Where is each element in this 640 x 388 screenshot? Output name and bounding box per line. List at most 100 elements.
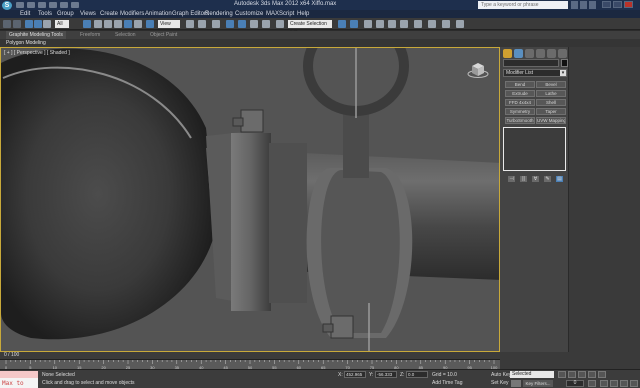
maxscript-listener-top[interactable] [0, 371, 38, 378]
bind-space-warp-icon[interactable] [43, 20, 51, 28]
tab-selection[interactable]: Selection [115, 31, 136, 39]
add-time-tag[interactable]: Add Time Tag [432, 380, 462, 386]
y-coord-field[interactable]: -56.333 [375, 371, 397, 378]
configure-modifier-sets-icon[interactable]: ▤ [556, 176, 563, 182]
schematic-view-icon[interactable] [400, 20, 408, 28]
time-config-icon[interactable] [588, 380, 596, 387]
viewcube-icon[interactable] [467, 61, 489, 79]
menu-help[interactable]: Help [297, 10, 309, 18]
key-filters-button[interactable]: Key Filters... [523, 380, 553, 387]
bend-button[interactable]: Bend [505, 81, 535, 88]
hierarchy-tab-icon[interactable] [525, 49, 534, 58]
maximize-viewport-icon[interactable] [630, 380, 638, 387]
unlink-icon[interactable] [34, 20, 42, 28]
perspective-viewport[interactable]: [ + ] [ Perspective ] [ Shaded ] [0, 47, 500, 352]
modify-tab-icon[interactable] [514, 49, 523, 58]
rendered-frame-window-icon[interactable] [442, 20, 450, 28]
viewport-scene[interactable] [1, 48, 500, 352]
set-keys-icon[interactable] [511, 380, 521, 387]
maxscript-mini-listener[interactable]: Max to Physc [0, 378, 38, 388]
redo-toolbar-icon[interactable] [13, 20, 21, 28]
select-move-icon[interactable] [124, 20, 132, 28]
material-editor-icon[interactable] [414, 20, 422, 28]
orbit-icon[interactable] [620, 380, 628, 387]
render-setup-icon[interactable] [428, 20, 436, 28]
tab-freeform[interactable]: Freeform [80, 31, 100, 39]
undo-toolbar-icon[interactable] [3, 20, 11, 28]
keyboard-shortcut-toggle-icon[interactable] [212, 20, 220, 28]
pan-icon[interactable] [610, 380, 618, 387]
menu-rendering[interactable]: Rendering [205, 10, 233, 18]
motion-tab-icon[interactable] [536, 49, 545, 58]
select-scale-icon[interactable] [146, 20, 154, 28]
auto-key-button[interactable]: Auto Key [491, 372, 511, 378]
rectangular-selection-icon[interactable] [104, 20, 112, 28]
time-slider[interactable]: 0 / 100 [0, 352, 500, 359]
go-to-end-icon[interactable] [598, 371, 606, 378]
object-name-field[interactable] [503, 59, 559, 67]
menu-maxscript[interactable]: MAXScript [266, 10, 294, 18]
info-icon[interactable] [589, 1, 596, 9]
select-by-name-icon[interactable] [94, 20, 102, 28]
search-input[interactable]: Type a keyword or phrase [478, 1, 568, 9]
menu-graph-editors[interactable]: Graph Editors [172, 10, 209, 18]
set-key-button[interactable]: Set Key [491, 380, 509, 386]
polygon-modeling-panel[interactable]: Polygon Modeling [6, 39, 46, 47]
menu-edit[interactable]: Edit [20, 10, 30, 18]
save-file-icon[interactable] [38, 2, 46, 8]
help-star-icon[interactable] [580, 1, 587, 9]
select-object-icon[interactable] [83, 20, 91, 28]
key-selection-set-select[interactable]: Selected [510, 371, 554, 378]
tab-graphite-modeling-tools[interactable]: Graphite Modeling Tools [6, 31, 66, 39]
display-tab-icon[interactable] [547, 49, 556, 58]
modifier-stack-list[interactable] [503, 127, 566, 171]
menu-views[interactable]: Views [80, 10, 96, 18]
viewport-label[interactable]: [ + ] [ Perspective ] [ Shaded ] [4, 50, 70, 56]
menu-animation[interactable]: Animation [145, 10, 172, 18]
show-end-result-icon[interactable]: || [520, 176, 527, 182]
new-file-icon[interactable] [16, 2, 24, 8]
uvw-mapping-button[interactable]: UVW Mapping Cl... [536, 117, 566, 124]
redo-icon[interactable] [60, 2, 68, 8]
select-link-icon[interactable] [25, 20, 33, 28]
named-selection-select[interactable]: Create Selection Set [288, 20, 332, 35]
remove-modifier-icon[interactable]: ✎ [544, 176, 551, 182]
track-bar[interactable]: 0 5 10 15 20 25 30 35 40 45 50 55 60 65 70 75 80 85 90 95 10… [0, 359, 500, 370]
render-production-icon[interactable] [456, 20, 464, 28]
graphite-toggle-icon[interactable] [376, 20, 384, 28]
go-to-start-icon[interactable] [558, 371, 566, 378]
pivot-center-icon[interactable] [186, 20, 194, 28]
select-manipulate-icon[interactable] [198, 20, 206, 28]
align-icon[interactable] [350, 20, 358, 28]
menu-group[interactable]: Group [57, 10, 74, 18]
undo-icon[interactable] [49, 2, 57, 8]
layer-manager-icon[interactable] [364, 20, 372, 28]
maximize-button[interactable] [613, 1, 622, 8]
menu-modifiers[interactable]: Modifiers [120, 10, 144, 18]
select-rotate-icon[interactable] [134, 20, 142, 28]
chevron-down-icon[interactable]: ▾ [560, 70, 566, 76]
edit-named-selection-icon[interactable] [276, 20, 284, 28]
window-crossing-icon[interactable] [114, 20, 122, 28]
project-folder-icon[interactable] [71, 2, 79, 8]
tab-object-paint[interactable]: Object Paint [150, 31, 177, 39]
lathe-button[interactable]: Lathe [536, 90, 566, 97]
curve-editor-icon[interactable] [388, 20, 396, 28]
mirror-icon[interactable] [338, 20, 346, 28]
create-tab-icon[interactable] [503, 49, 512, 58]
pin-stack-icon[interactable]: ⊣ [508, 176, 515, 182]
zoom-icon[interactable] [600, 380, 608, 387]
minimize-button[interactable] [602, 1, 611, 8]
utilities-tab-icon[interactable] [558, 49, 567, 58]
binoculars-icon[interactable] [571, 1, 578, 9]
shell-button[interactable]: Shell [536, 99, 566, 106]
spinner-snap-icon[interactable] [262, 20, 270, 28]
open-file-icon[interactable] [27, 2, 35, 8]
next-frame-icon[interactable] [588, 371, 596, 378]
play-icon[interactable] [578, 371, 586, 378]
ffd-button[interactable]: FFD 4x4x4 [505, 99, 535, 106]
z-coord-field[interactable]: 0.0 [406, 371, 428, 378]
bevel-button[interactable]: Bevel [536, 81, 566, 88]
snaps-toggle-icon[interactable] [226, 20, 234, 28]
angle-snap-icon[interactable] [238, 20, 246, 28]
